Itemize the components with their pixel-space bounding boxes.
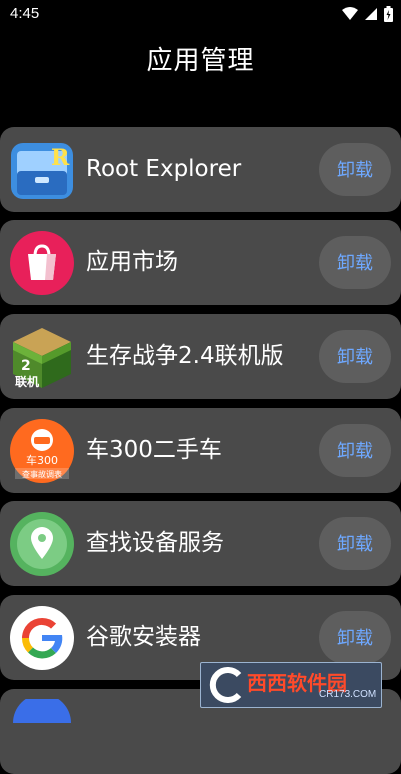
- app-market-icon: [10, 231, 74, 295]
- uninstall-button[interactable]: 卸载: [319, 236, 391, 289]
- root-explorer-icon: R: [11, 143, 73, 199]
- survivalcraft-icon-number: 2: [21, 358, 31, 374]
- app-row-che300[interactable]: 车300 查事故调表 车300二手车 卸载: [0, 408, 401, 493]
- survivalcraft-icon: 2 联机: [13, 328, 71, 389]
- google-installer-icon: [10, 606, 74, 670]
- app-icon-partial: [13, 699, 71, 723]
- watermark-logo: 西西软件园 CR173.COM: [200, 662, 382, 708]
- uninstall-button[interactable]: 卸载: [319, 517, 391, 570]
- uninstall-button[interactable]: 卸载: [319, 330, 391, 383]
- watermark-subtext: CR173.COM: [319, 689, 377, 700]
- page-title: 应用管理: [146, 46, 255, 76]
- watermark-c-icon: [209, 667, 242, 703]
- cellular-signal-icon: [365, 8, 377, 20]
- status-icons: [342, 5, 393, 23]
- app-name: 谷歌安装器: [86, 624, 201, 650]
- che300-icon-tagline: 查事故调表: [22, 469, 62, 479]
- app-name: 查找设备服务: [86, 530, 224, 556]
- che300-icon-label: 车300: [26, 453, 58, 467]
- uninstall-button[interactable]: 卸载: [319, 611, 391, 664]
- app-row-find-device[interactable]: 查找设备服务 卸载: [0, 501, 401, 586]
- app-name: 应用市场: [86, 249, 178, 275]
- app-name: Root Explorer: [86, 156, 242, 182]
- app-row-app-market[interactable]: 应用市场 卸载: [0, 220, 401, 305]
- uninstall-button[interactable]: 卸载: [319, 143, 391, 196]
- app-row-survivalcraft[interactable]: 2 联机 生存战争2.4联机版 卸载: [0, 314, 401, 399]
- app-name: 生存战争2.4联机版: [86, 343, 284, 369]
- battery-icon: [384, 6, 393, 22]
- app-name: 车300二手车: [86, 437, 222, 463]
- uninstall-button[interactable]: 卸载: [319, 424, 391, 477]
- find-device-icon: [10, 512, 74, 576]
- che300-icon: 车300 查事故调表: [10, 419, 74, 483]
- survivalcraft-icon-label: 联机: [15, 374, 39, 389]
- wifi-icon: [342, 7, 358, 20]
- status-bar: 4:45: [0, 0, 401, 28]
- svg-text:R: R: [51, 145, 70, 171]
- status-time: 4:45: [10, 5, 40, 22]
- app-row-root-explorer[interactable]: R Root Explorer 卸载: [0, 127, 401, 212]
